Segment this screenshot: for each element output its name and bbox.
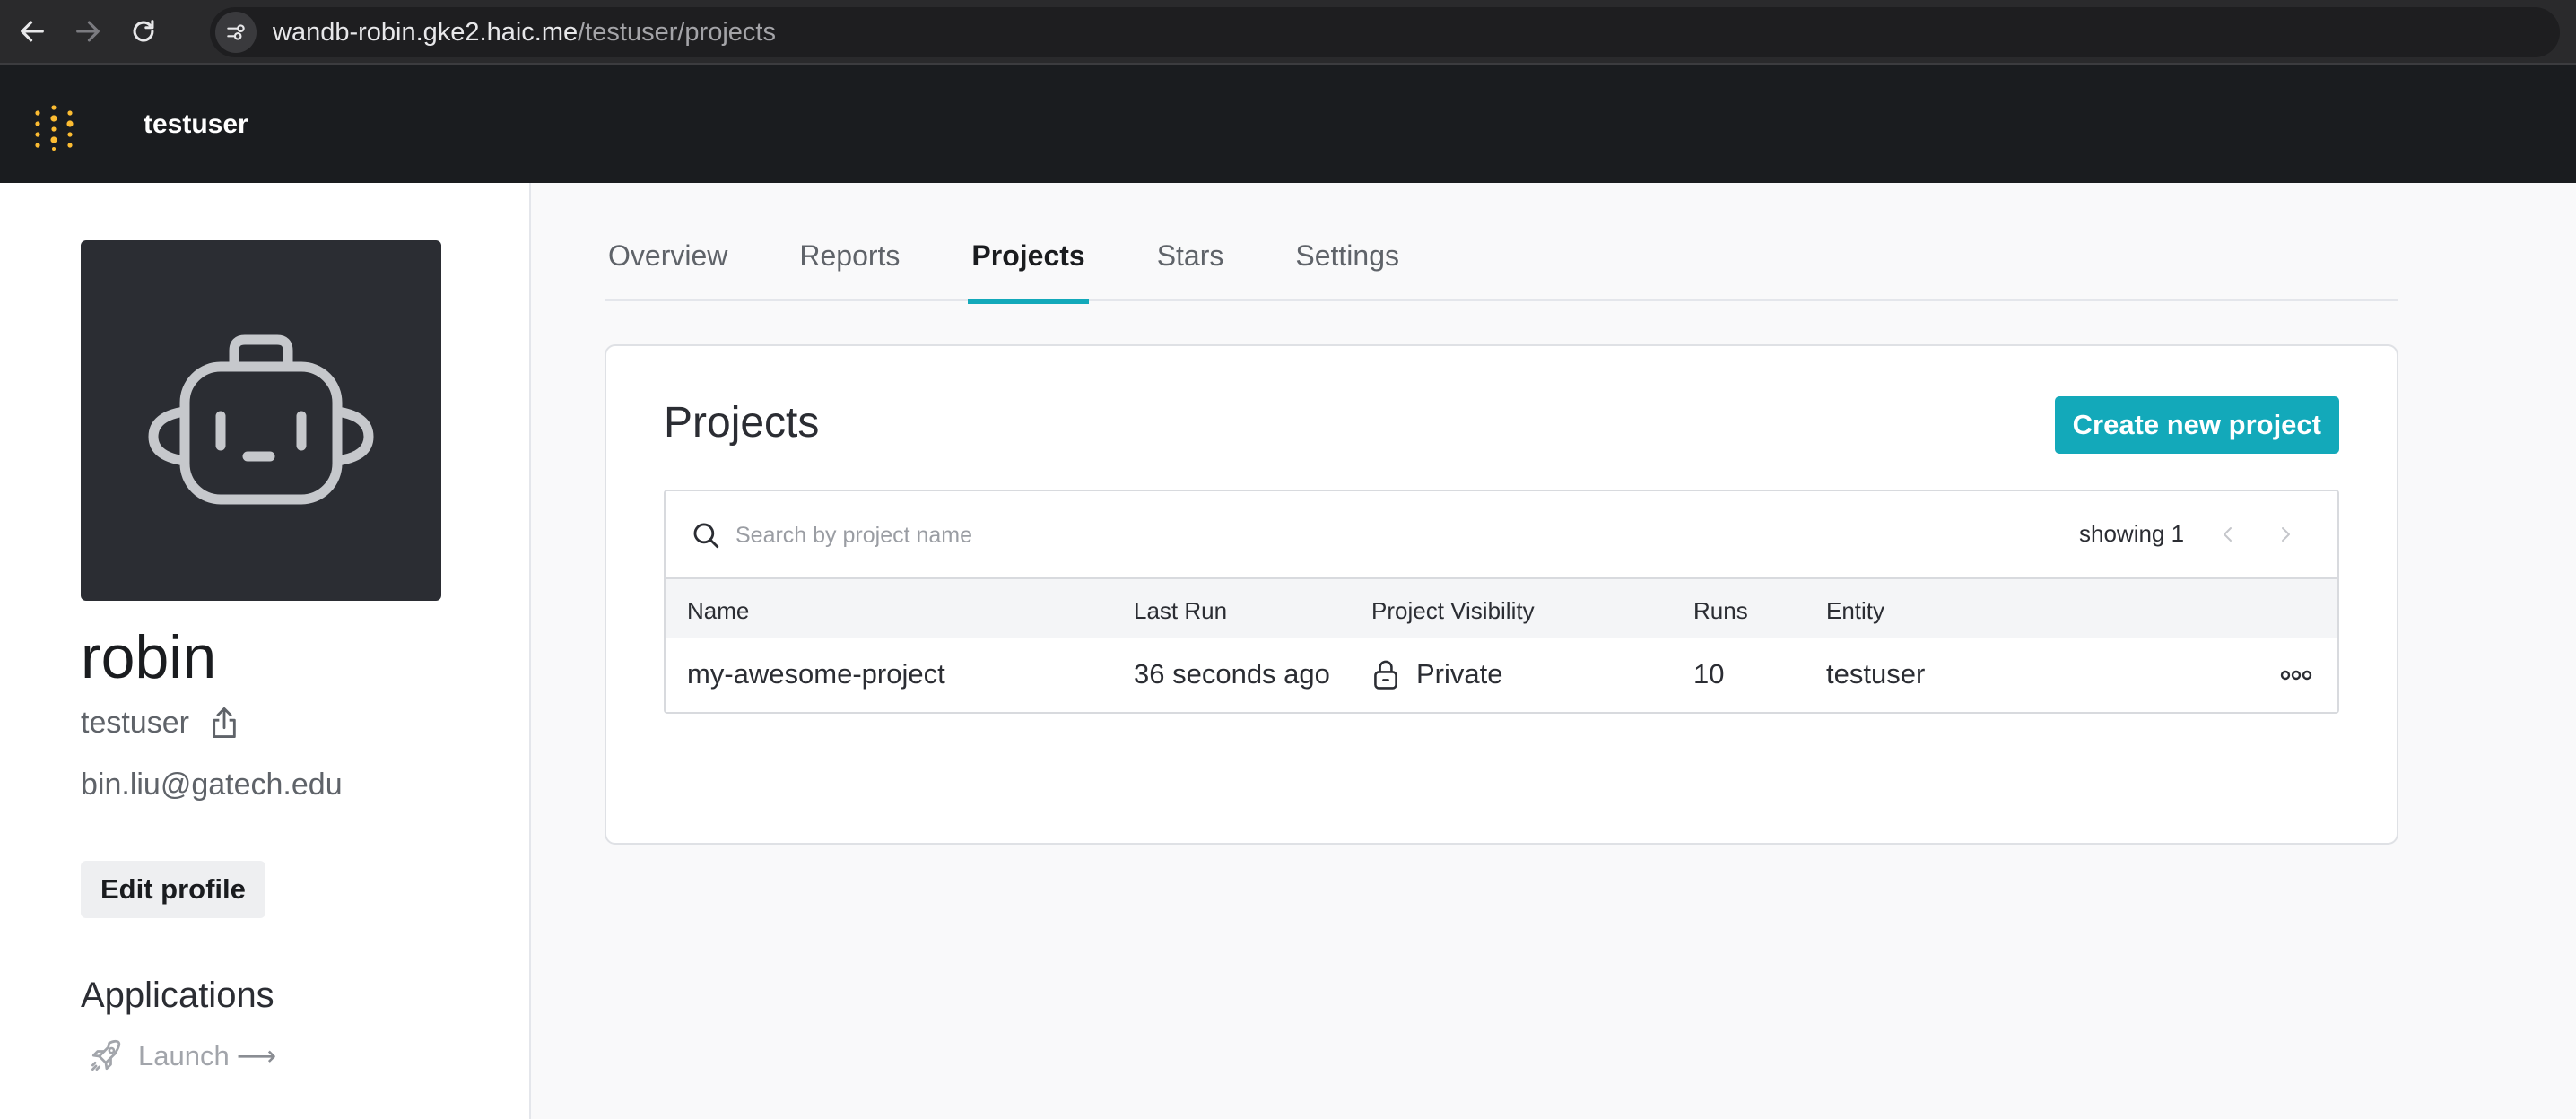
profile-email: bin.liu@gatech.edu <box>81 768 343 802</box>
profile-tabs: Overview Reports Projects Stars Settings <box>605 210 2398 304</box>
entity-name[interactable]: testuser <box>144 109 248 140</box>
table-row[interactable]: my-awesome-project 36 seconds ago Privat… <box>666 638 2337 712</box>
project-name-link[interactable]: my-awesome-project <box>687 658 945 690</box>
table-search-row: showing 1 <box>666 491 2337 579</box>
projects-title: Projects <box>664 399 820 447</box>
chevron-left-icon <box>2224 527 2232 542</box>
last-run-cell: 36 seconds ago <box>1134 658 1330 690</box>
username-text: testuser <box>81 705 189 740</box>
url-host: wandb-robin.gke2.haic.me <box>273 17 579 47</box>
tab-stars[interactable]: Stars <box>1153 210 1228 301</box>
visibility-text: Private <box>1416 658 1503 690</box>
showing-count: showing 1 <box>2079 520 2185 547</box>
column-header-entity[interactable]: Entity <box>1826 597 1884 625</box>
app-header: testuser <box>0 65 2576 183</box>
profile-username: testuser <box>81 705 239 741</box>
avatar <box>81 240 441 601</box>
main-content: Overview Reports Projects Stars Settings… <box>533 183 2576 1119</box>
create-project-button[interactable]: Create new project <box>2054 396 2339 454</box>
forward-button[interactable] <box>65 8 111 55</box>
share-icon[interactable] <box>209 705 239 741</box>
lock-icon <box>1374 660 1397 690</box>
column-header-last-run[interactable]: Last Run <box>1134 597 1227 625</box>
launch-label: Launch <box>138 1040 230 1071</box>
reload-button[interactable] <box>120 8 167 55</box>
site-settings-icon <box>227 24 245 40</box>
chevron-right-icon <box>2282 527 2290 542</box>
url-text: wandb-robin.gke2.haic.me/testuser/projec… <box>273 18 776 48</box>
applications-heading: Applications <box>81 976 274 1015</box>
site-settings-button[interactable] <box>215 12 257 53</box>
tab-projects[interactable]: Projects <box>968 210 1089 304</box>
next-page-button[interactable] <box>2267 516 2303 552</box>
address-bar[interactable]: wandb-robin.gke2.haic.me/testuser/projec… <box>210 7 2560 57</box>
project-search-input[interactable] <box>735 513 1991 558</box>
url-path: /testuser/projects <box>578 17 776 47</box>
reload-icon <box>133 20 154 42</box>
projects-card: Projects Create new project showing 1 Na… <box>605 344 2398 845</box>
profile-name: robin <box>81 623 217 691</box>
runs-cell: 10 <box>1693 658 1725 690</box>
wandb-logo[interactable] <box>30 104 77 151</box>
previous-page-button[interactable] <box>2210 516 2246 552</box>
visibility-cell: Private <box>1371 658 1502 690</box>
search-icon <box>693 523 719 549</box>
edit-profile-button[interactable]: Edit profile <box>81 861 265 918</box>
launch-link[interactable]: Launch ⟶ <box>86 1037 276 1076</box>
entity-cell[interactable]: testuser <box>1826 658 1925 690</box>
tab-overview[interactable]: Overview <box>605 210 731 301</box>
projects-table: showing 1 Name Last Run Project Visibili… <box>664 490 2339 714</box>
column-header-visibility[interactable]: Project Visibility <box>1371 597 1535 625</box>
forward-arrow-icon <box>76 21 100 42</box>
rocket-icon <box>91 1039 121 1071</box>
back-arrow-icon <box>21 21 44 42</box>
table-header-row: Name Last Run Project Visibility Runs En… <box>666 579 2337 638</box>
profile-sidebar: robin testuser bin.liu@gatech.edu Edit p… <box>0 183 531 1119</box>
back-button[interactable] <box>9 8 56 55</box>
robot-avatar-icon <box>148 334 374 505</box>
tab-reports[interactable]: Reports <box>796 210 903 301</box>
column-header-runs[interactable]: Runs <box>1693 597 1748 625</box>
tab-settings[interactable]: Settings <box>1292 210 1403 301</box>
more-horizontal-icon[interactable] <box>2278 662 2314 689</box>
launch-arrow: ⟶ <box>236 1040 277 1071</box>
column-header-name[interactable]: Name <box>687 597 749 625</box>
browser-toolbar: wandb-robin.gke2.haic.me/testuser/projec… <box>0 0 2576 65</box>
